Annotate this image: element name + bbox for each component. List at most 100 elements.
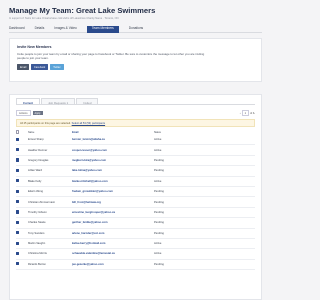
row-checkbox[interactable] <box>16 179 20 183</box>
checkbox-cell <box>16 251 28 256</box>
row-checkbox[interactable] <box>16 137 20 141</box>
checkbox-cell <box>16 147 28 152</box>
bulk-action-select[interactable]: Actions <box>16 110 31 116</box>
column-name: Name <box>28 131 35 134</box>
twitter-button[interactable]: Twitter <box>50 64 64 71</box>
email-button[interactable]: Email <box>17 64 30 71</box>
checkbox-cell <box>16 262 28 266</box>
checkbox-cell <box>16 189 28 194</box>
member-email[interactable]: juo.gezerke@yahoo.com <box>72 263 154 266</box>
member-email[interactable]: arlene_harnder@cot.com <box>72 232 154 235</box>
member-email[interactable]: cooper.cesser@yahoo.com <box>72 149 154 152</box>
member-name: Edwin Wong <box>28 190 44 194</box>
member-name: Gregory Douglas <box>28 158 49 162</box>
checkbox-cell <box>16 158 28 162</box>
table-row: Heather Dermer cooper.cesser@yahoo.com Act… <box>16 145 255 156</box>
member-status: Active <box>154 252 162 256</box>
row-checkbox[interactable] <box>16 262 20 266</box>
member-status: Active <box>154 242 162 246</box>
page-title: Manage My Team: Great Lake Swimmers <box>9 6 156 15</box>
tab-donations[interactable]: Donations <box>129 26 143 33</box>
member-status: Pending <box>154 200 164 204</box>
table-row: Christian Zimmermann bill_frost@hetmaw.or… <box>16 197 255 208</box>
member-status: Active <box>154 179 162 183</box>
member-status: Pending <box>154 158 164 162</box>
row-checkbox[interactable] <box>16 168 20 172</box>
tab-team-members[interactable]: Team Members <box>86 26 119 33</box>
row-checkbox[interactable] <box>16 210 20 214</box>
checkbox-cell <box>16 179 28 183</box>
member-email[interactable]: gerther_bmble@yahoo.com <box>72 221 154 224</box>
pagination: ‹ 1 of 3 › <box>240 110 255 116</box>
apply-button[interactable]: Apply <box>32 110 43 116</box>
select-all-checkbox[interactable] <box>16 130 20 134</box>
member-status: Active <box>154 148 162 152</box>
table-row: Gregory Douglas megburn.bira@yahoo.com Pen… <box>16 156 255 167</box>
tab-details[interactable]: Details <box>35 26 45 33</box>
row-checkbox[interactable] <box>16 220 20 224</box>
table-row: Tony Sanders arlene_harnder@cot.com Pendin… <box>16 229 255 239</box>
invite-panel: Invite New Members Invite people to join… <box>9 38 262 82</box>
page: Manage My Team: Great Lake Swimmers In s… <box>0 0 271 300</box>
tab-images-video[interactable]: Images & Video <box>54 26 76 33</box>
member-email[interactable]: bill_frost@hetmaw.org <box>72 201 154 204</box>
column-status: Status <box>154 131 161 134</box>
member-status: Pending <box>154 210 164 214</box>
header-checkbox-cell <box>16 130 28 134</box>
member-name: Christina Morris <box>28 252 47 256</box>
select-all-link[interactable]: Select all 53 (53) participants <box>72 122 105 125</box>
member-tabs: Current Join Requests 1 Invited <box>16 98 255 105</box>
prev-page-icon[interactable]: ‹ <box>240 112 241 115</box>
member-email[interactable]: ernestine_bergtrooper@yahoo.ca <box>72 211 154 214</box>
members-panel: Current Join Requests 1 Invited Actions … <box>9 94 262 300</box>
members-toolbar: Actions Apply ‹ 1 of 3 › <box>16 110 255 116</box>
member-status: Pending <box>154 221 164 225</box>
table-row: Christina Morris schaeuble.valentine@lemu… <box>16 249 255 260</box>
member-name: Ernest Sharp <box>28 138 44 142</box>
row-checkbox[interactable] <box>16 189 20 193</box>
checkbox-cell <box>16 220 28 225</box>
table-row: Ricardo Burton juo.gezerke@yahoo.com Pendi… <box>16 260 255 271</box>
page-subtitle: In support of: Swim for Lake Ontario/rai… <box>9 17 119 20</box>
member-name: Timothy Gibson <box>28 210 47 214</box>
tab-invited[interactable]: Invited <box>76 98 99 105</box>
checkbox-cell <box>16 231 28 235</box>
checkbox-cell <box>16 168 28 173</box>
member-status: Active <box>154 138 162 142</box>
member-name: Ricardo Burton <box>28 262 46 266</box>
next-page-icon[interactable]: › <box>254 112 255 115</box>
member-email[interactable]: megburn.bira@yahoo.com <box>72 159 154 162</box>
tab-dashboard[interactable]: Dashboard <box>9 26 25 33</box>
member-email[interactable]: bernier_larsim@attaha.ca <box>72 138 154 141</box>
checkbox-cell <box>16 137 28 142</box>
member-email[interactable]: schaeuble.valentine@lemusiat.ca <box>72 252 154 255</box>
share-buttons: Email Facebook Twitter <box>17 64 254 71</box>
selection-notice: All 25 participants on this page are sel… <box>16 119 255 127</box>
member-status: Pending <box>154 169 164 173</box>
member-email[interactable]: kalise.berry@hotmail.com <box>72 242 154 245</box>
tab-join-requests[interactable]: Join Requests 1 <box>41 98 76 105</box>
page-input[interactable]: 1 <box>241 110 249 116</box>
row-checkbox[interactable] <box>16 231 20 235</box>
member-email[interactable]: bianle.nittchell@yahoo.com <box>72 180 154 183</box>
member-name: Lillian Ward <box>28 169 42 173</box>
member-email[interactable]: lake.tolina@yahoo.com <box>72 169 154 172</box>
row-checkbox[interactable] <box>16 147 20 152</box>
member-email[interactable]: fredam_growinkler@yahoo.com <box>72 190 154 193</box>
row-checkbox[interactable] <box>16 158 20 162</box>
row-checkbox[interactable] <box>16 199 20 204</box>
checkbox-cell <box>16 199 28 204</box>
member-name: Tony Sanders <box>28 231 45 235</box>
member-status: Pending <box>154 262 164 266</box>
table-row: Blake Kelly bianle.nittchell@yahoo.com Act… <box>16 177 255 187</box>
row-checkbox[interactable] <box>16 251 20 256</box>
table-row: Lillian Ward lake.tolina@yahoo.com Pending <box>16 166 255 177</box>
invite-text: Invite people to join your team by email… <box>17 52 205 61</box>
table-row: Ernest Sharp bernier_larsim@attaha.ca Acti… <box>16 135 255 146</box>
row-checkbox[interactable] <box>16 241 20 245</box>
table-row: Martin Vaughn kalise.berry@hotmail.com Act… <box>16 239 255 250</box>
tab-current[interactable]: Current <box>16 98 41 105</box>
facebook-button[interactable]: Facebook <box>31 64 49 71</box>
notice-text: All 25 participants on this page are sel… <box>20 121 71 125</box>
member-name: Heather Dermer <box>28 148 48 152</box>
